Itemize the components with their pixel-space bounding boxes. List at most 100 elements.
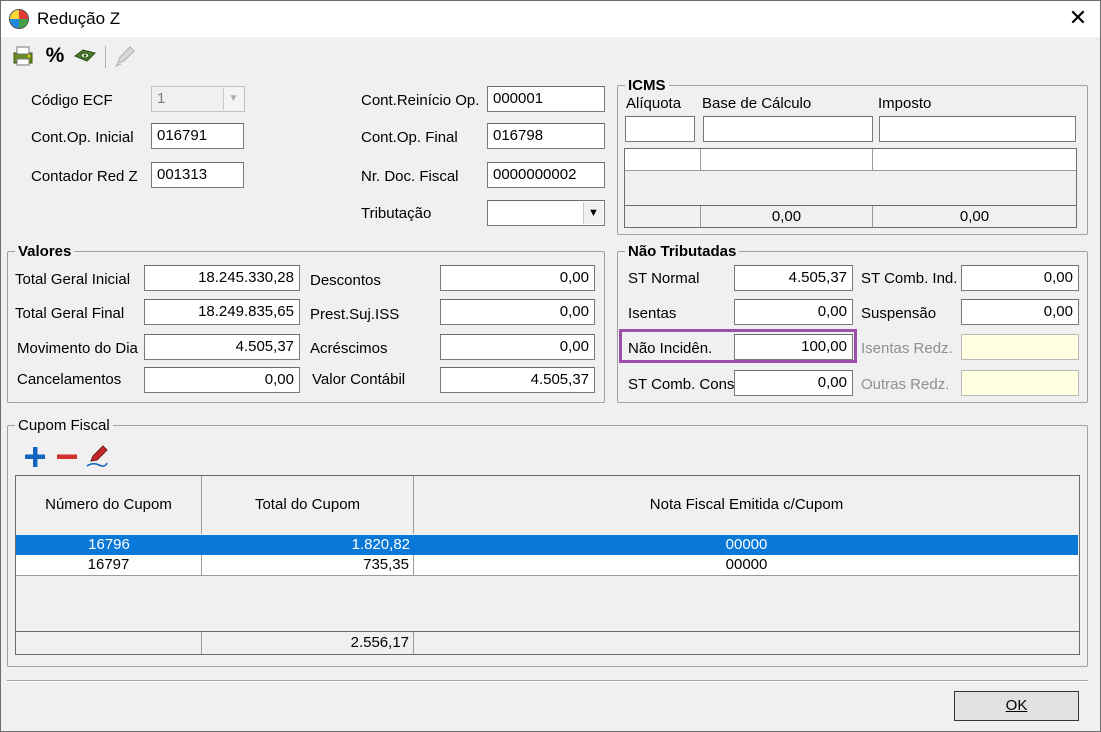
- col-header-total[interactable]: Total do Cupom: [202, 476, 414, 534]
- cont-reinicio-label: Cont.Reinício Op.: [361, 92, 480, 109]
- cont-op-final-label: Cont.Op. Final: [361, 129, 458, 146]
- col-header-nota[interactable]: Nota Fiscal Emitida c/Cupom: [414, 476, 1079, 534]
- acrescimos-field[interactable]: 0,00: [440, 334, 595, 360]
- table-row[interactable]: 16797 735,35 00000: [16, 555, 1078, 576]
- isentas-field[interactable]: 0,00: [734, 299, 853, 325]
- cell-nota: 00000: [725, 556, 768, 573]
- icms-total-base: 0,00: [701, 206, 873, 227]
- contador-red-z-field[interactable]: 001313: [151, 162, 244, 188]
- aliquota-label: Alíquota: [626, 95, 682, 112]
- descontos-label: Descontos: [310, 272, 381, 289]
- descontos-field[interactable]: 0,00: [440, 265, 595, 291]
- acrescimos-label: Acréscimos: [310, 340, 388, 357]
- icms-footer-cell: [625, 206, 701, 227]
- valor-contabil-field[interactable]: 4.505,37: [440, 367, 595, 393]
- cell-numero: 16796: [88, 536, 130, 553]
- nao-tributadas-title: Não Tributadas: [625, 243, 740, 260]
- icms-title: ICMS: [625, 77, 669, 94]
- bottom-divider: [7, 680, 1088, 682]
- isentas-label: Isentas: [628, 305, 677, 322]
- isentas-redz-field: [961, 334, 1079, 360]
- imposto-field[interactable]: [879, 116, 1076, 142]
- tributacao-label: Tributação: [361, 205, 432, 222]
- base-calculo-field[interactable]: [703, 116, 873, 142]
- imposto-label: Imposto: [878, 95, 932, 112]
- prest-iss-label: Prest.Suj.ISS: [310, 306, 400, 323]
- cupom-grid[interactable]: Número do Cupom Total do Cupom Nota Fisc…: [15, 475, 1080, 655]
- cupom-footer-total: 2.556,17: [202, 632, 414, 654]
- cell-total: 735,35: [202, 555, 414, 575]
- remove-icon[interactable]: [55, 445, 79, 469]
- percent-icon[interactable]: %: [43, 44, 67, 68]
- col-header-numero[interactable]: Número do Cupom: [16, 476, 202, 534]
- cupom-grid-footer: 2.556,17: [16, 631, 1079, 654]
- app-icon: [9, 9, 29, 29]
- cont-op-final-field[interactable]: 016798: [487, 123, 605, 149]
- nr-doc-fiscal-field[interactable]: 0000000002: [487, 162, 605, 188]
- aliquota-field[interactable]: [625, 116, 695, 142]
- toolbar-separator: [105, 46, 106, 68]
- suspensao-label: Suspensão: [861, 305, 937, 322]
- valor-contabil-label: Valor Contábil: [312, 371, 406, 388]
- total-geral-final-field[interactable]: 18.249.835,65: [144, 299, 300, 325]
- chevron-down-icon: ▼: [223, 88, 243, 110]
- cell-nota: 00000: [725, 536, 768, 553]
- valores-title: Valores: [15, 243, 75, 260]
- st-comb-ind-label: ST Comb. Ind.: [861, 270, 958, 287]
- movimento-dia-label: Movimento do Dia: [17, 340, 138, 357]
- icms-grid-row[interactable]: [625, 149, 1076, 171]
- suspensao-field[interactable]: 0,00: [961, 299, 1079, 325]
- footer-cell: [16, 632, 202, 654]
- icms-cell: [701, 149, 873, 170]
- outras-redz-field: [961, 370, 1079, 396]
- st-comb-ind-field[interactable]: 0,00: [961, 265, 1079, 291]
- cell-total: 1.820,82: [351, 536, 410, 553]
- outras-redz-label: Outras Redz.: [861, 376, 950, 393]
- prest-iss-field[interactable]: 0,00: [440, 299, 595, 325]
- cancelamentos-field[interactable]: 0,00: [144, 367, 300, 393]
- cupom-fiscal-title: Cupom Fiscal: [15, 417, 113, 434]
- codigo-ecf-label: Código ECF: [31, 92, 113, 109]
- close-button[interactable]: ✕: [1063, 5, 1093, 33]
- edit-icon[interactable]: [113, 44, 137, 68]
- contador-red-z-label: Contador Red Z: [31, 168, 138, 185]
- cont-op-inicial-label: Cont.Op. Inicial: [31, 129, 134, 146]
- st-comb-cons-label: ST Comb. Cons: [628, 376, 735, 393]
- ok-label: OK: [1005, 697, 1028, 714]
- toolbar: %: [1, 38, 1100, 74]
- isentas-redz-label: Isentas Redz.: [861, 340, 953, 357]
- total-geral-inicial-label: Total Geral Inicial: [15, 271, 131, 288]
- print-icon[interactable]: [11, 44, 35, 68]
- icms-grid[interactable]: 0,00 0,00: [624, 148, 1077, 228]
- nao-incidencia-label: Não Incidên.: [628, 340, 713, 357]
- window-title: Redução Z: [37, 9, 121, 28]
- st-normal-field[interactable]: 4.505,37: [734, 265, 853, 291]
- cont-op-inicial-field[interactable]: 016791: [151, 123, 244, 149]
- ok-button[interactable]: OK: [954, 691, 1079, 721]
- icms-grid-footer: 0,00 0,00: [625, 205, 1076, 227]
- view-icon[interactable]: [73, 44, 97, 68]
- reducao-z-dialog: Redução Z ✕ % Código ECF 1 ▼ Cont.Op. In…: [0, 0, 1101, 732]
- add-icon[interactable]: [23, 445, 47, 469]
- cupom-grid-header: Número do Cupom Total do Cupom Nota Fisc…: [16, 476, 1079, 534]
- movimento-dia-field[interactable]: 4.505,37: [144, 334, 300, 360]
- title-bar: Redução Z ✕: [1, 1, 1100, 37]
- cell-numero: 16797: [16, 555, 202, 575]
- total-geral-final-label: Total Geral Final: [15, 305, 125, 322]
- icms-cell: [625, 149, 701, 170]
- total-geral-inicial-field[interactable]: 18.245.330,28: [144, 265, 300, 291]
- codigo-ecf-value: 1: [157, 90, 166, 107]
- tributacao-select[interactable]: ▼: [487, 200, 605, 226]
- cupom-toolbar: [15, 439, 1080, 475]
- nr-doc-fiscal-label: Nr. Doc. Fiscal: [361, 168, 459, 185]
- st-normal-label: ST Normal: [628, 270, 700, 287]
- cont-reinicio-field[interactable]: 000001: [487, 86, 605, 112]
- edit-icon[interactable]: [85, 444, 109, 468]
- icms-total-imposto: 0,00: [959, 208, 990, 225]
- nao-incidencia-field[interactable]: 100,00: [734, 334, 853, 360]
- chevron-down-icon: ▼: [583, 202, 603, 224]
- table-row[interactable]: 16796 1.820,82 00000: [16, 535, 1078, 555]
- base-calculo-label: Base de Cálculo: [702, 95, 812, 112]
- st-comb-cons-field[interactable]: 0,00: [734, 370, 853, 396]
- codigo-ecf-select[interactable]: 1 ▼: [151, 86, 245, 112]
